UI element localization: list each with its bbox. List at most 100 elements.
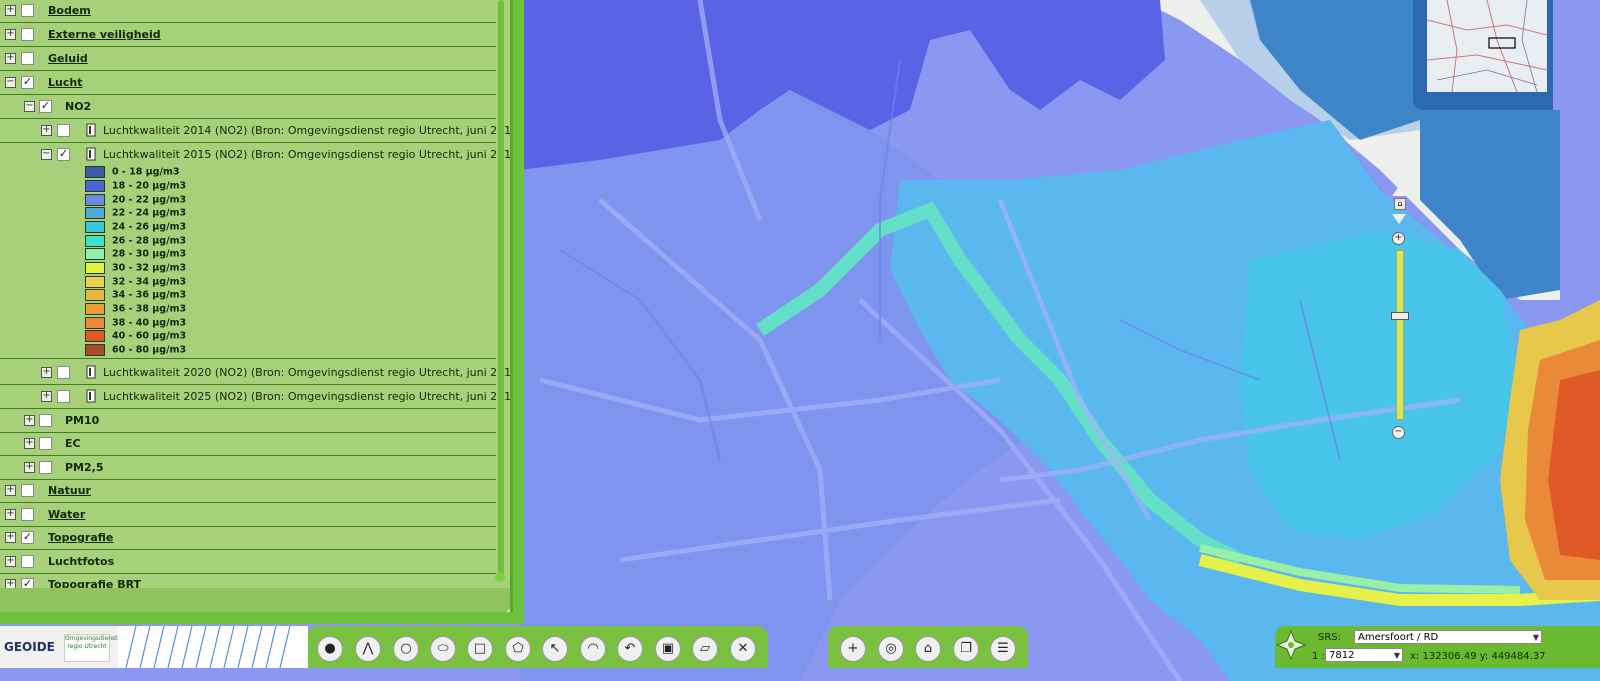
zoom-out-button[interactable]: −	[1392, 426, 1405, 439]
legend-swatch	[85, 276, 105, 288]
layer-checkbox[interactable]	[21, 4, 34, 17]
expand-icon[interactable]: +	[5, 485, 16, 496]
add-layer-icon[interactable]: +	[840, 636, 866, 662]
expand-icon[interactable]: +	[41, 125, 52, 136]
circle-icon[interactable]: ○	[393, 636, 419, 662]
zoom-slider[interactable]	[1396, 250, 1404, 420]
layer-group-externe-veiligheid[interactable]: + Externe veiligheid	[0, 24, 496, 47]
layer-label[interactable]: NO2	[65, 100, 91, 113]
layer-checkbox[interactable]	[21, 484, 34, 497]
layer-group-luchtfotos[interactable]: + Luchtfotos	[0, 551, 496, 574]
layer-checkbox-checked[interactable]: ✓	[57, 148, 70, 161]
layer-checkbox[interactable]	[21, 52, 34, 65]
layer-tree-scrollbar[interactable]	[498, 0, 504, 580]
layer-group-lucht[interactable]: − ✓ Lucht	[0, 72, 496, 95]
layer-label[interactable]: EC	[65, 437, 81, 450]
zoom-slider-handle[interactable]	[1391, 312, 1409, 320]
zoom-in-button[interactable]: +	[1392, 232, 1405, 245]
layer-group-no2[interactable]: − ✓ NO2	[0, 96, 496, 119]
layer-checkbox[interactable]	[39, 461, 52, 474]
layer-label[interactable]: Lucht	[48, 76, 82, 89]
overview-map[interactable]	[1427, 0, 1547, 92]
pan-arrows[interactable]: ⌂	[1386, 186, 1412, 226]
layer-label[interactable]: Topografie	[48, 531, 113, 544]
layer-label[interactable]: Luchtfotos	[48, 555, 114, 568]
expand-icon[interactable]: +	[24, 415, 35, 426]
layer-home-icon[interactable]: ⌂	[915, 636, 941, 662]
home-icon[interactable]: ⌂	[1394, 198, 1406, 210]
layer-label[interactable]: Water	[48, 508, 85, 521]
point-icon[interactable]: ●	[317, 636, 343, 662]
scrollbar-end-icon[interactable]	[495, 572, 505, 582]
expand-icon[interactable]: +	[5, 509, 16, 520]
layer-label[interactable]: Luchtkwaliteit 2015 (NO2) (Bron: Omgevin…	[103, 148, 510, 161]
layer-checkbox[interactable]	[39, 414, 52, 427]
layer-label[interactable]: Bodem	[48, 4, 91, 17]
legend-item: 32 - 34 µg/m3	[85, 276, 186, 289]
bucket-icon[interactable]: ◠	[580, 636, 606, 662]
layer-luchtkwaliteit-2025[interactable]: + Luchtkwaliteit 2025 (NO2) (Bron: Omgev…	[0, 386, 510, 409]
layer-list-icon[interactable]: ☰	[990, 636, 1016, 662]
layer-checkbox[interactable]	[57, 390, 70, 403]
layer-checkbox[interactable]	[21, 28, 34, 41]
layer-label[interactable]: Luchtkwaliteit 2014 (NO2) (Bron: Omgevin…	[103, 124, 510, 137]
layer-group-bodem[interactable]: + Bodem	[0, 0, 496, 23]
layer-group-natuur[interactable]: + Natuur	[0, 480, 496, 503]
layer-label[interactable]: PM10	[65, 414, 99, 427]
ellipse-icon[interactable]: ⬭	[430, 636, 456, 662]
expand-icon[interactable]: +	[24, 462, 35, 473]
layer-group-geluid[interactable]: + Geluid	[0, 48, 496, 71]
layer-luchtkwaliteit-2015[interactable]: − ✓ Luchtkwaliteit 2015 (NO2) (Bron: Omg…	[0, 144, 510, 359]
expand-icon[interactable]: +	[41, 391, 52, 402]
layer-options-icon[interactable]: ◎	[878, 636, 904, 662]
layer-checkbox[interactable]	[21, 508, 34, 521]
layer-group-pm25[interactable]: + PM2,5	[0, 457, 496, 480]
scale-prefix: 1 :	[1312, 651, 1325, 662]
eraser-icon[interactable]: ▱	[692, 636, 718, 662]
layer-label[interactable]: PM2,5	[65, 461, 104, 474]
layer-label[interactable]: Luchtkwaliteit 2025 (NO2) (Bron: Omgevin…	[103, 390, 510, 403]
layer-luchtkwaliteit-2020[interactable]: + Luchtkwaliteit 2020 (NO2) (Bron: Omgev…	[0, 362, 510, 385]
layer-checkbox-checked[interactable]: ✓	[39, 100, 52, 113]
layer-label[interactable]: Natuur	[48, 484, 91, 497]
select-icon[interactable]: ↖	[542, 636, 568, 662]
layer-checkbox[interactable]	[21, 555, 34, 568]
layer-checkbox-checked[interactable]: ✓	[21, 76, 34, 89]
resize-grip-icon[interactable]: ◢	[502, 607, 510, 612]
polygon-icon[interactable]: ⬠	[505, 636, 531, 662]
save-icon[interactable]: ▣	[655, 636, 681, 662]
legend-swatch	[85, 330, 105, 342]
layer-label[interactable]: Geluid	[48, 52, 88, 65]
srs-dropdown[interactable]: Amersfoort / RD ▼	[1354, 630, 1542, 644]
layer-label[interactable]: Luchtkwaliteit 2020 (NO2) (Bron: Omgevin…	[103, 366, 510, 379]
layer-label[interactable]: Externe veiligheid	[48, 28, 161, 41]
expand-icon[interactable]: +	[41, 367, 52, 378]
expand-icon[interactable]: +	[5, 5, 16, 16]
legend-item: 30 - 32 µg/m3	[85, 262, 186, 275]
layer-group-ec[interactable]: + EC	[0, 433, 496, 456]
layer-copy-icon[interactable]: ❐	[953, 636, 979, 662]
line-icon[interactable]: ⋀	[355, 636, 381, 662]
clear-icon[interactable]: ✕	[730, 636, 756, 662]
undo-icon[interactable]: ↶	[617, 636, 643, 662]
layer-checkbox[interactable]	[57, 366, 70, 379]
layer-group-water[interactable]: + Water	[0, 504, 496, 527]
expand-icon[interactable]: +	[5, 556, 16, 567]
expand-icon[interactable]: +	[24, 438, 35, 449]
expand-icon[interactable]: +	[5, 532, 16, 543]
layer-checkbox[interactable]	[57, 124, 70, 137]
layer-group-pm10[interactable]: + PM10	[0, 410, 496, 433]
layer-checkbox-checked[interactable]: ✓	[21, 531, 34, 544]
expand-icon[interactable]: +	[5, 53, 16, 64]
collapse-icon[interactable]: −	[24, 101, 35, 112]
collapse-icon[interactable]: −	[5, 77, 16, 88]
rectangle-icon[interactable]: □	[467, 636, 493, 662]
layer-checkbox[interactable]	[39, 437, 52, 450]
layer-luchtkwaliteit-2014[interactable]: + Luchtkwaliteit 2014 (NO2) (Bron: Omgev…	[0, 120, 510, 143]
expand-icon[interactable]: +	[5, 29, 16, 40]
pan-compass-icon[interactable]	[1275, 629, 1307, 661]
legend-item: 22 - 24 µg/m3	[85, 207, 186, 220]
layer-group-topografie[interactable]: + ✓ Topografie	[0, 527, 496, 550]
collapse-icon[interactable]: −	[41, 149, 52, 160]
scale-dropdown[interactable]: 7812 ▼	[1325, 648, 1403, 662]
